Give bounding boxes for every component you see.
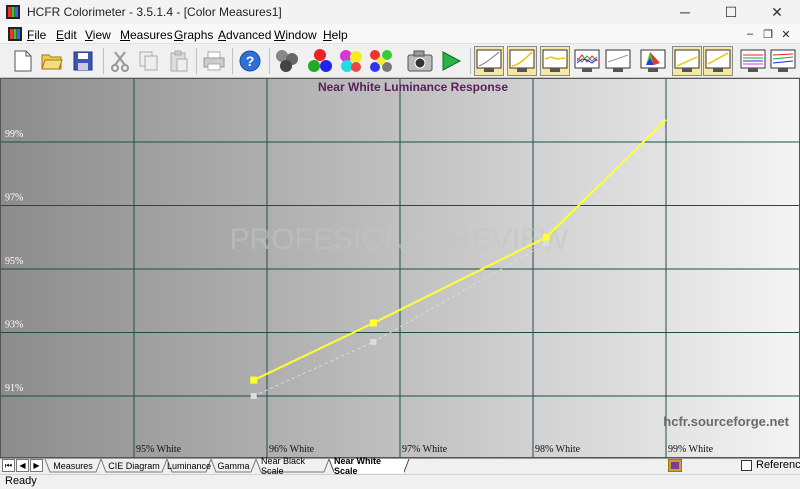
mdi-close-button[interactable]: ✕ bbox=[778, 26, 794, 42]
x-tick-label: 95% White bbox=[136, 444, 182, 455]
graph-color-temp-icon[interactable] bbox=[572, 46, 602, 76]
measured-point bbox=[542, 233, 550, 241]
status-bar bbox=[0, 474, 800, 489]
graph-luminance-icon[interactable] bbox=[474, 46, 504, 76]
graph-deltae-icon[interactable] bbox=[603, 46, 633, 76]
graph-near-black-icon[interactable] bbox=[672, 46, 702, 76]
chart-plot: PROFESIONAL REVIEW Near White Luminance … bbox=[1, 79, 799, 457]
x-tick-label: 96% White bbox=[269, 444, 315, 455]
tab-luminance[interactable]: Luminance bbox=[167, 459, 211, 473]
tab-cie-diagram[interactable]: CIE Diagram bbox=[106, 459, 162, 473]
app-icon bbox=[6, 5, 20, 19]
graph-near-white-icon[interactable] bbox=[703, 46, 733, 76]
maximize-button[interactable]: ☐ bbox=[708, 0, 754, 24]
mdi-restore-button[interactable]: ❐ bbox=[760, 26, 776, 42]
tab-prev-button[interactable]: ◀ bbox=[16, 459, 29, 472]
menu-advanced[interactable]: Advanced bbox=[218, 28, 271, 42]
tab-measures[interactable]: Measures bbox=[50, 459, 96, 473]
measured-point bbox=[369, 319, 377, 327]
menu-window[interactable]: Window bbox=[274, 28, 317, 42]
measure-secondaries-icon[interactable] bbox=[336, 46, 366, 76]
near-white-chart: PROFESIONAL REVIEW Near White Luminance … bbox=[0, 78, 800, 458]
graph-rgb-icon[interactable] bbox=[540, 46, 570, 76]
help-icon[interactable]: ? bbox=[235, 46, 265, 76]
menu-file[interactable]: File bbox=[27, 28, 46, 42]
tab-next-button[interactable]: ▶ bbox=[30, 459, 43, 472]
x-tick-label: 98% White bbox=[535, 444, 581, 455]
reference-checkbox[interactable] bbox=[741, 460, 752, 471]
document-icon bbox=[8, 27, 22, 41]
paste-icon[interactable] bbox=[164, 46, 194, 76]
measure-primaries-icon[interactable] bbox=[305, 46, 335, 76]
y-tick-label: 91% bbox=[5, 383, 23, 394]
tab-gamma[interactable]: Gamma bbox=[216, 459, 251, 473]
camera-icon[interactable] bbox=[405, 46, 435, 76]
chart-title: Near White Luminance Response bbox=[318, 80, 508, 94]
y-tick-label: 99% bbox=[5, 129, 23, 140]
window-title: HCFR Colorimeter - 3.5.1.4 - [Color Meas… bbox=[27, 5, 282, 19]
measured-point bbox=[250, 376, 258, 384]
reference-label: Reference bbox=[756, 459, 800, 471]
graph-saturation-icon[interactable] bbox=[738, 46, 768, 76]
menu-view[interactable]: View bbox=[85, 28, 111, 42]
graph-sat-luminance-icon[interactable] bbox=[768, 46, 798, 76]
y-tick-label: 93% bbox=[5, 320, 23, 331]
open-icon[interactable] bbox=[37, 46, 67, 76]
tab-near-white-scale[interactable]: Near White Scale bbox=[334, 456, 404, 476]
graph-gamma-icon[interactable] bbox=[507, 46, 537, 76]
tab-near-black-scale[interactable]: Near Black Scale bbox=[261, 456, 324, 476]
minimize-button[interactable]: ─ bbox=[662, 0, 708, 24]
measure-all-icon[interactable] bbox=[366, 46, 396, 76]
menu-edit[interactable]: Edit bbox=[56, 28, 77, 42]
play-icon[interactable] bbox=[436, 46, 466, 76]
mdi-minimize-button[interactable]: – bbox=[742, 26, 758, 42]
title-bar: HCFR Colorimeter - 3.5.1.4 - [Color Meas… bbox=[0, 0, 800, 24]
y-tick-label: 95% bbox=[5, 256, 23, 267]
source-watermark: hcfr.sourceforge.net bbox=[663, 414, 789, 429]
print-icon[interactable] bbox=[199, 46, 229, 76]
x-tick-label: 99% White bbox=[668, 444, 714, 455]
y-tick-label: 97% bbox=[5, 193, 23, 204]
reference-point bbox=[543, 240, 550, 247]
svg-text:?: ? bbox=[246, 53, 255, 69]
cut-icon[interactable] bbox=[105, 46, 135, 76]
menu-help[interactable]: Help bbox=[323, 28, 348, 42]
x-tick-label: 97% White bbox=[402, 444, 448, 455]
copy-icon[interactable] bbox=[134, 46, 164, 76]
tab-first-button[interactable]: ⏮ bbox=[2, 459, 15, 472]
reference-point bbox=[370, 339, 377, 346]
status-text: Ready bbox=[5, 475, 37, 487]
menu-graphs[interactable]: Graphs bbox=[174, 28, 213, 42]
new-icon[interactable] bbox=[8, 46, 38, 76]
menu-measures[interactable]: Measures bbox=[120, 28, 173, 42]
save-icon[interactable] bbox=[68, 46, 98, 76]
close-button[interactable]: ✕ bbox=[754, 0, 800, 24]
reference-color-icon bbox=[668, 459, 682, 472]
reference-point bbox=[250, 393, 257, 399]
measure-grayscale-icon[interactable] bbox=[273, 46, 303, 76]
graph-cie-icon[interactable] bbox=[638, 46, 668, 76]
